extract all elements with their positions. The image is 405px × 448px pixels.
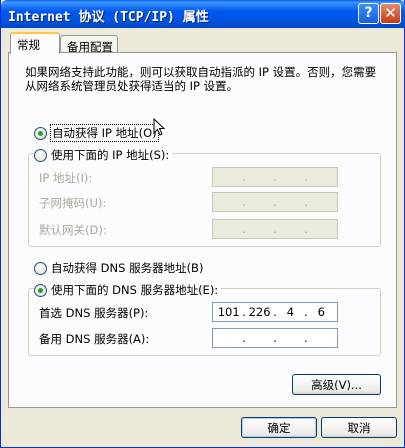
radio-auto-dns[interactable]: 自动获得 DNS 服务器地址(B)	[34, 260, 203, 276]
octet-dot: .	[242, 195, 246, 209]
ip-address-label: IP 地址(I):	[39, 171, 93, 185]
radio-manual-dns-label: 使用下面的 DNS 服务器地址(E):	[51, 283, 219, 297]
mouse-cursor-icon	[153, 118, 165, 136]
help-icon: ?	[364, 5, 373, 21]
radio-auto-ip-label: 自动获得 IP 地址(O)	[50, 124, 159, 142]
radio-auto-ip-button[interactable]	[34, 126, 47, 140]
alternate-dns-field[interactable]: . . .	[212, 328, 338, 348]
default-gateway-field[interactable]: . . .	[212, 219, 338, 239]
subnet-mask-field[interactable]: . . .	[212, 192, 338, 212]
octet-dot: .	[242, 305, 246, 319]
preferred-dns-field[interactable]: 101. 226. 4. 6	[212, 302, 338, 322]
ip-address-field[interactable]: . . .	[212, 167, 338, 187]
window-title: Internet 协议 (TCP/IP) 属性	[8, 10, 209, 25]
close-button[interactable]: ✕	[380, 3, 401, 24]
octet: 101	[217, 305, 240, 319]
help-button[interactable]: ?	[358, 3, 379, 24]
radio-manual-ip-button[interactable]	[34, 148, 47, 162]
radio-manual-dns[interactable]: 使用下面的 DNS 服务器地址(E):	[34, 282, 222, 298]
default-gateway-label: 默认网关(D):	[39, 223, 107, 237]
advanced-button[interactable]: 高级(V)...	[292, 374, 381, 395]
cancel-button[interactable]: 取消	[321, 417, 397, 438]
radio-manual-ip[interactable]: 使用下面的 IP 地址(S):	[34, 147, 173, 163]
octet-dot: .	[303, 331, 308, 345]
octet-dot: .	[273, 195, 277, 209]
tcpip-properties-dialog: Internet 协议 (TCP/IP) 属性 ? ✕ 常规 备用配置 如果网络…	[0, 0, 405, 448]
octet: 6	[317, 305, 325, 319]
tab-alternate-config[interactable]: 备用配置	[60, 35, 118, 54]
octet: 226	[248, 305, 271, 319]
radio-manual-ip-label: 使用下面的 IP 地址(S):	[51, 148, 170, 162]
radio-auto-dns-button[interactable]	[34, 261, 47, 275]
subnet-mask-label: 子网掩码(U):	[39, 196, 107, 210]
octet-dot: .	[303, 222, 308, 236]
tab-general[interactable]: 常规	[10, 32, 60, 54]
preferred-dns-label: 首选 DNS 服务器(P):	[39, 306, 149, 320]
octet: 4	[286, 305, 295, 319]
radio-auto-ip[interactable]: 自动获得 IP 地址(O)	[34, 124, 159, 142]
title-bar[interactable]: Internet 协议 (TCP/IP) 属性 ? ✕	[1, 0, 405, 28]
octet-dot: .	[303, 195, 308, 209]
octet-dot: .	[242, 331, 246, 345]
octet-dot: .	[273, 331, 277, 345]
octet-dot: .	[242, 222, 246, 236]
octet-dot: .	[242, 170, 246, 184]
description-text: 如果网络支持此功能，则可以获取自动指派的 IP 设置。否则，您需要从网络系统管理…	[25, 65, 377, 93]
radio-auto-dns-label: 自动获得 DNS 服务器地址(B)	[51, 261, 204, 275]
octet-dot: .	[303, 170, 308, 184]
close-icon: ✕	[384, 4, 397, 22]
radio-manual-dns-button[interactable]	[34, 283, 47, 297]
octet-dot: .	[303, 305, 308, 319]
octet-dot: .	[273, 170, 277, 184]
octet-dot: .	[273, 222, 277, 236]
alternate-dns-label: 备用 DNS 服务器(A):	[39, 332, 150, 346]
ok-button[interactable]: 确定	[241, 417, 317, 438]
octet-dot: .	[273, 305, 277, 319]
